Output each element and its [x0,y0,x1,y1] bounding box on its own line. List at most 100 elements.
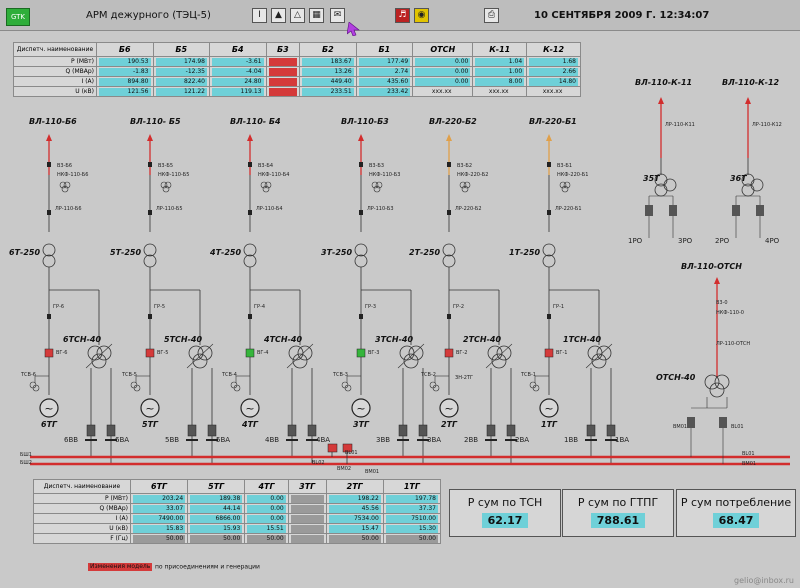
arrow-icon [46,134,52,141]
generator-label: 5ТГ [142,420,159,429]
generator-label: 2ТГ [441,420,458,429]
section-switch [586,424,596,437]
section-switch [418,424,428,437]
disconnector [248,210,252,215]
ro-switch [756,205,764,216]
arrow-icon [658,97,664,104]
vg-label: ВГ-4 [257,350,269,356]
disconnector [47,314,51,319]
feeder-line-label: ВЛ-110-Б6 [29,117,77,126]
generator-label: 3ТГ [353,420,370,429]
section-b-label: 4ВА [316,436,331,444]
legend: Изменения модель по присоединениям и гене… [88,563,260,571]
circuit-breaker [447,162,451,167]
transformer-winding [542,243,556,257]
tsv-label: ТСВ-2 [421,372,436,378]
disconnector [148,314,152,319]
disconnector [47,210,51,215]
line-pr-label: ЛР-110-Б6 [55,206,82,212]
generator-label: 6ТГ [41,420,58,429]
switch-label: В3-Б3 [369,163,385,169]
generator-symbol: ~ [145,402,154,415]
disconnector [447,314,451,319]
disconnector-label: НКФ-110-Б3 [369,172,401,178]
otsn-switch [719,417,727,428]
section-switch [486,424,496,437]
busbar-clip [85,439,97,441]
tsn-winding [408,345,424,361]
k-tr-winding [663,178,677,192]
otsn-switch-label: В3-0 [716,300,728,306]
p-sum-consumption-title: Р сум потребление [680,496,792,509]
otsn-winding [714,374,730,390]
transformer-winding [243,243,257,257]
busbar-clip [186,439,198,441]
ro-switch [732,205,740,216]
line-pr-label: ЛР-220-Б2 [455,206,482,212]
transformer-winding [354,254,368,268]
section-a-label: 2ВВ [464,436,479,444]
otsn-switch-label: НКФ-110-0 [716,310,744,316]
bus-label: ВМ02 [337,466,352,472]
k-transformer-label: 35Т [643,174,660,183]
transformer-winding [542,254,556,268]
block-transformer-label: 1Т-250 [509,248,541,257]
switch-label: В3-Б1 [557,163,573,169]
k-line-label: ВЛ-110-К-12 [722,78,780,87]
tsv-label: ТСВ-4 [222,372,237,378]
section-switch [606,424,616,437]
generator-symbol: ~ [444,402,453,415]
busbar-clip [485,439,497,441]
section-b-label: 6ВА [115,436,130,444]
p-sum-tsn-title: Р сум по ТСН [467,496,543,509]
bus-label: BL01 [742,451,755,457]
tsn-winding [288,345,304,361]
arrow-icon [247,134,253,141]
block-transformer-label: 6Т-250 [9,248,41,257]
otsn-line-label: ВЛ-110-ОТСН [681,262,742,271]
circuit-breaker [547,162,551,167]
otsn-switch-label: ЛР-110-ОТСН [716,341,751,347]
switch-label: В3-Б5 [158,163,174,169]
ro-switch [645,205,653,216]
p-sum-gtpg-value: 788.61 [590,513,646,528]
disconnector-label: НКФ-110-Б6 [57,172,89,178]
tsn-winding [297,345,313,361]
transformer-winding [42,243,56,257]
arrow-icon [358,134,364,141]
ro-label: 3РО [678,237,693,245]
circuit-breaker [359,162,363,167]
transformer-winding [442,243,456,257]
otsn-transformer-label: ОТСН-40 [656,373,696,382]
p-sum-gtpg: Р сум по ГТПГ 788.61 [562,489,674,537]
gr-label: ГР-5 [154,304,166,310]
gr-label: ГР-4 [254,304,266,310]
otsn-bus-label: ВМ01 [673,424,688,430]
bus-label: БШ1 [20,452,32,458]
section-switch [207,424,217,437]
circuit-breaker [148,162,152,167]
tsn-label: 3ТСН-40 [375,335,414,344]
tsn-winding [487,345,503,361]
busbar-clip [286,439,298,441]
disconnector [359,210,363,215]
arrow-icon [546,134,552,141]
bus-label: ВМ01 [742,461,757,467]
block-transformer-label: 2Т-250 [409,248,441,257]
section-b-label: 5ВА [216,436,231,444]
transformer-winding [354,243,368,257]
p-sum-consumption: Р сум потребление 68.47 [676,489,796,537]
line-pr-label: ЛР-110-Б4 [256,206,283,212]
circuit-breaker [47,162,51,167]
line-pr-label: ЛР-110-Б5 [156,206,183,212]
generator-breaker [245,348,255,358]
arrow-icon [745,97,751,104]
ro-label: 2РО [715,237,730,245]
busbar-clip [585,439,597,441]
vg-label: ВГ-5 [157,350,169,356]
section-b-label: 3ВА [427,436,442,444]
generator-symbol: ~ [245,402,254,415]
tsn-winding [596,345,612,361]
vg-label: ВГ-2 [456,350,468,356]
disconnector-label: НКФ-110-Б5 [158,172,190,178]
